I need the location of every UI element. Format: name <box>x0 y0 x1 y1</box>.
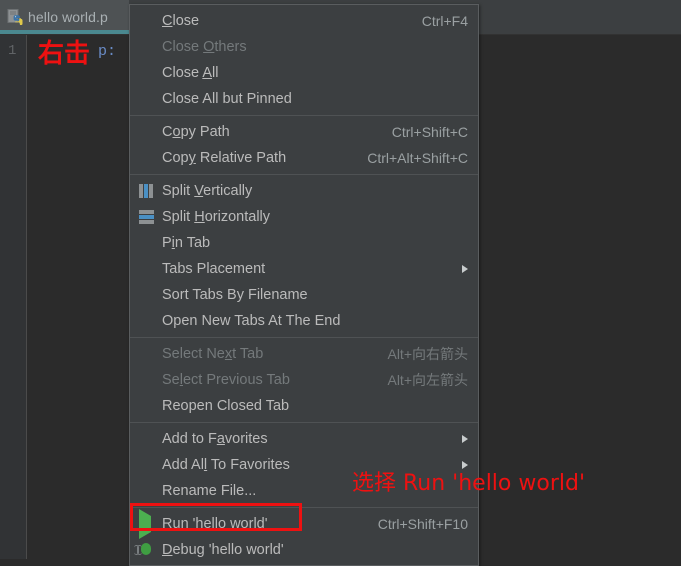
menu-item-label: Close Others <box>162 39 247 55</box>
menu-item-icon-placeholder <box>136 124 156 140</box>
menu-item-icon-placeholder <box>136 346 156 362</box>
menu-item-icon-placeholder <box>136 65 156 81</box>
menu-item-label: Split Vertically <box>162 183 253 199</box>
annotation-right-click: 右击 <box>38 39 91 69</box>
menu-item-pin-tab[interactable]: Pin Tab <box>130 230 478 256</box>
menu-item-icon-placeholder <box>136 483 156 499</box>
editor-tab-label: hello world.p <box>28 9 108 25</box>
menu-separator <box>130 422 478 423</box>
menu-item-label: Close All <box>162 65 219 81</box>
menu-item-label: Debug 'hello world' <box>162 542 284 558</box>
menu-item-icon-placeholder <box>136 150 156 166</box>
menu-item-label: Split Horizontally <box>162 209 271 225</box>
menu-item-label: Pin Tab <box>162 235 211 251</box>
menu-item-close-all[interactable]: Close All <box>130 60 478 86</box>
menu-item-icon-placeholder <box>136 91 156 107</box>
menu-item-select-next-tab: Select Next Tab Alt+向右箭头 <box>130 341 478 367</box>
menu-separator <box>130 337 478 338</box>
menu-item-label: Copy Relative Path <box>162 150 287 166</box>
menu-item-label: Close All but Pinned <box>162 91 292 107</box>
submenu-arrow-icon <box>462 435 468 443</box>
menu-item-icon-placeholder <box>136 372 156 388</box>
menu-item-shortcut: Ctrl+F4 <box>421 13 468 29</box>
menu-item-close-others: Close Others <box>130 34 478 60</box>
menu-item-label: Run 'hello world' <box>162 516 268 532</box>
menu-item-icon-placeholder <box>136 313 156 329</box>
ide-window: hello world.p 1 p: 右击 Close Ctrl+F4 Clos… <box>0 0 681 566</box>
menu-item-debug-hello-world[interactable]: Debug 'hello world' <box>130 537 478 563</box>
code-fragment: p: <box>98 43 117 60</box>
line-number: 1 <box>8 43 17 59</box>
menu-item-shortcut: Alt+向左箭头 <box>387 372 468 388</box>
active-tab-underline <box>0 30 129 34</box>
menu-item-icon-placeholder <box>136 398 156 414</box>
split-horizontally-icon <box>136 209 156 225</box>
menu-item-label: Tabs Placement <box>162 261 266 277</box>
menu-item-icon-placeholder <box>136 235 156 251</box>
menu-item-shortcut: Ctrl+Alt+Shift+C <box>367 150 468 166</box>
menu-item-icon-placeholder <box>136 261 156 277</box>
editor-tab-hello-world[interactable]: hello world.p <box>0 0 129 34</box>
python-file-icon <box>7 9 23 26</box>
submenu-arrow-icon <box>462 461 468 469</box>
menu-separator <box>130 115 478 116</box>
menu-item-label: Select Previous Tab <box>162 372 290 388</box>
menu-item-icon-placeholder <box>136 287 156 303</box>
menu-item-copy-relative-path[interactable]: Copy Relative Path Ctrl+Alt+Shift+C <box>130 145 478 171</box>
menu-item-label: Reopen Closed Tab <box>162 398 290 414</box>
menu-item-run-hello-world[interactable]: Run 'hello world' Ctrl+Shift+F10 <box>130 509 478 539</box>
menu-item-label: Sort Tabs By Filename <box>162 287 308 303</box>
menu-item-icon-placeholder <box>136 457 156 473</box>
menu-item-add-to-favorites[interactable]: Add to Favorites <box>130 426 478 452</box>
menu-item-label: Copy Path <box>162 124 230 140</box>
menu-item-shortcut: Ctrl+Shift+C <box>391 124 468 140</box>
editor-gutter[interactable]: 1 <box>0 35 27 559</box>
menu-item-shortcut: Alt+向右箭头 <box>387 346 468 362</box>
menu-item-select-previous-tab: Select Previous Tab Alt+向左箭头 <box>130 367 478 393</box>
run-icon <box>136 509 156 539</box>
split-vertically-icon <box>136 183 156 199</box>
annotation-choose-run: 选择 Run 'hello world' <box>352 471 585 496</box>
menu-item-sort-tabs-by-filename[interactable]: Sort Tabs By Filename <box>130 282 478 308</box>
menu-separator <box>130 507 478 508</box>
menu-item-label: Add to Favorites <box>162 431 268 447</box>
submenu-arrow-icon <box>462 265 468 273</box>
menu-item-split-vertically[interactable]: Split Vertically <box>130 178 478 204</box>
menu-item-label: Select Next Tab <box>162 346 264 362</box>
menu-item-copy-path[interactable]: Copy Path Ctrl+Shift+C <box>130 119 478 145</box>
menu-item-icon-placeholder <box>136 13 156 29</box>
menu-item-tabs-placement[interactable]: Tabs Placement <box>130 256 478 282</box>
menu-item-icon-placeholder <box>136 431 156 447</box>
menu-separator <box>130 174 478 175</box>
debug-icon <box>134 542 156 558</box>
menu-item-icon-placeholder <box>136 39 156 55</box>
menu-item-reopen-closed-tab[interactable]: Reopen Closed Tab <box>130 393 478 419</box>
menu-item-close[interactable]: Close Ctrl+F4 <box>130 8 478 34</box>
menu-item-shortcut: Ctrl+Shift+F10 <box>377 516 468 532</box>
menu-item-open-new-tabs-at-the-end[interactable]: Open New Tabs At The End <box>130 308 478 334</box>
menu-item-label: Open New Tabs At The End <box>162 313 341 329</box>
menu-item-close-all-but-pinned[interactable]: Close All but Pinned <box>130 86 478 112</box>
menu-item-label: Close <box>162 13 200 29</box>
menu-item-split-horizontally[interactable]: Split Horizontally <box>130 204 478 230</box>
